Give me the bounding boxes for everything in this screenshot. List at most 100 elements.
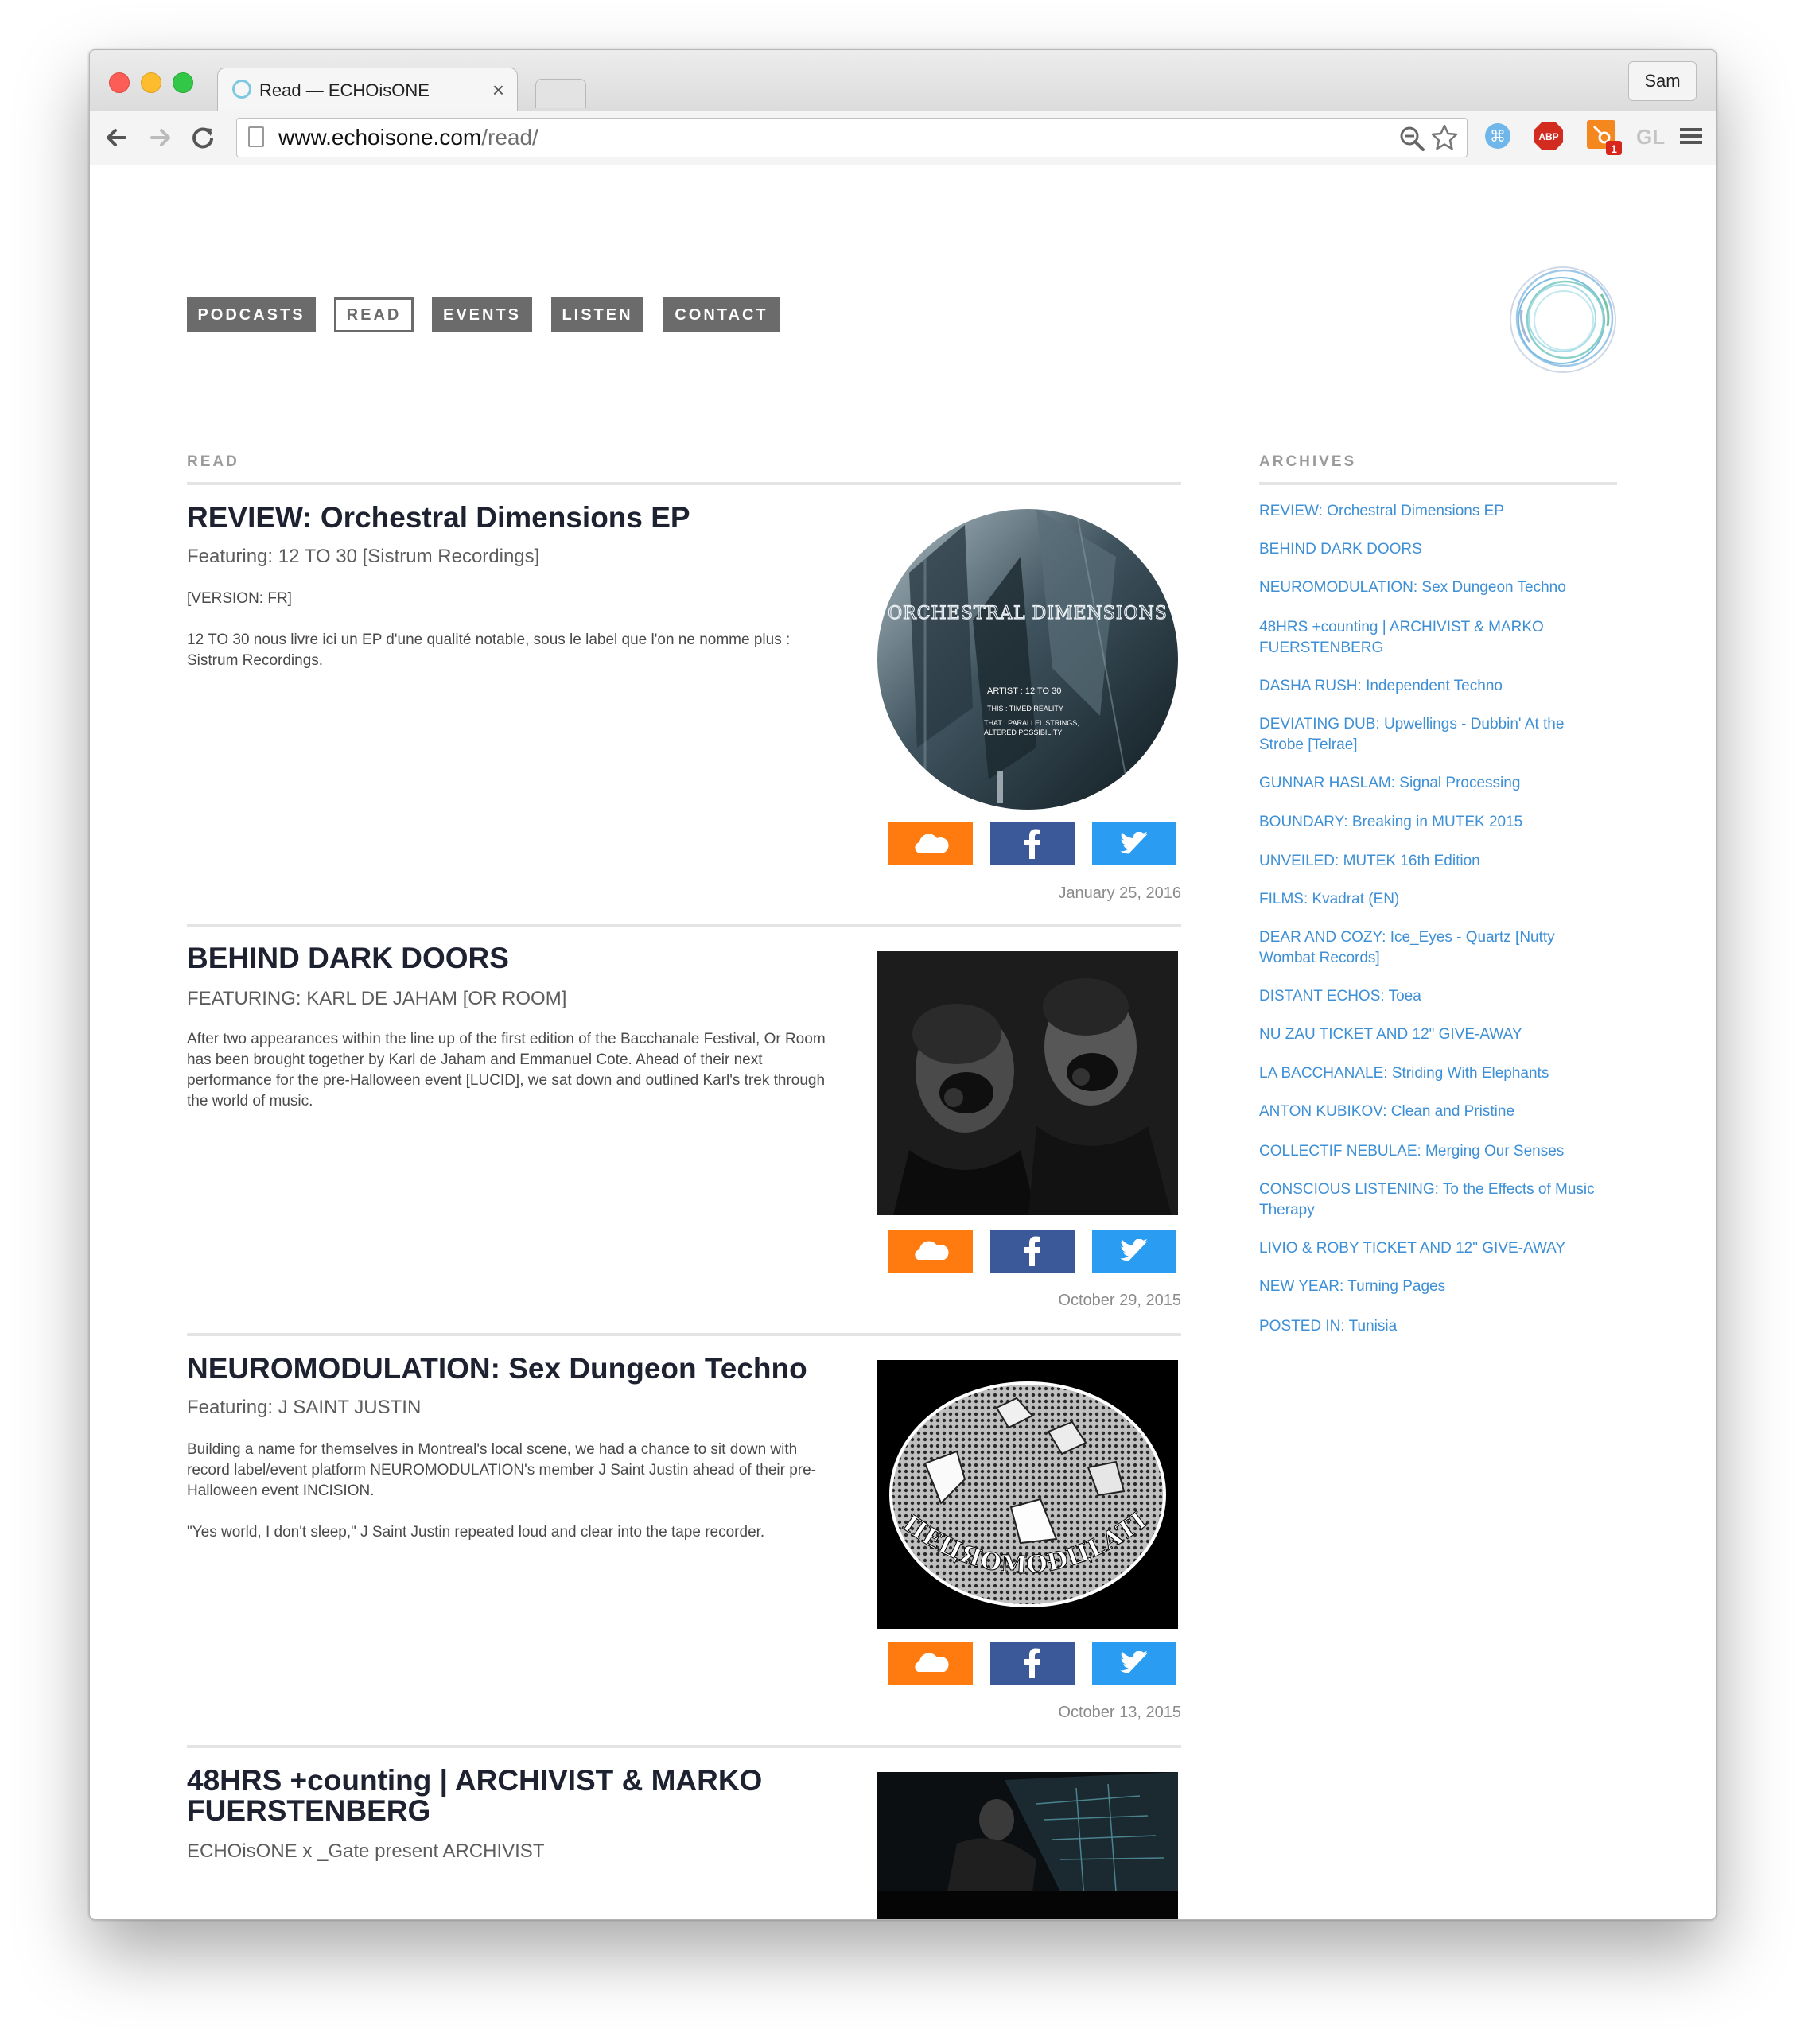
archive-link[interactable]: COLLECTIF NEBULAE: Merging Our Senses <box>1259 1141 1609 1162</box>
soundcloud-share-button[interactable] <box>888 1642 973 1685</box>
nav-read[interactable]: READ <box>334 297 414 332</box>
post-paragraph: Building a name for themselves in Montre… <box>187 1441 817 1499</box>
post-divider <box>187 1745 1181 1748</box>
svg-text:THIS : TIMED REALITY: THIS : TIMED REALITY <box>987 705 1063 713</box>
forward-arrow-icon[interactable] <box>144 122 176 153</box>
menu-icon[interactable] <box>1678 120 1705 152</box>
echoisone-logo[interactable] <box>1506 262 1620 377</box>
twitter-icon <box>1120 832 1148 854</box>
soundcloud-share-button[interactable] <box>888 822 973 865</box>
soundcloud-icon <box>915 1653 949 1672</box>
archive-link[interactable]: GUNNAR HASLAM: Signal Processing <box>1259 773 1609 794</box>
reload-icon[interactable] <box>187 122 219 153</box>
archive-link[interactable]: DEAR AND COZY: Ice_Eyes - Quartz [Nutty … <box>1259 927 1577 969</box>
post-title[interactable]: REVIEW: Orchestral Dimensions EP <box>187 503 839 533</box>
soundcloud-icon <box>915 1241 949 1260</box>
twitter-icon <box>1120 1239 1148 1261</box>
archive-link[interactable]: DASHA RUSH: Independent Techno <box>1259 676 1609 697</box>
nav-contact[interactable]: CONTACT <box>663 297 780 332</box>
section-divider <box>187 482 1181 485</box>
hubspot-extension-icon[interactable]: 1 <box>1585 119 1623 157</box>
post-title[interactable]: NEUROMODULATION: Sex Dungeon Techno <box>187 1354 839 1384</box>
post-excerpt: After two appearances within the line up… <box>187 1029 831 1133</box>
tab-close-icon[interactable]: × <box>492 78 504 103</box>
post-title[interactable]: BEHIND DARK DOORS <box>187 943 839 973</box>
svg-text:1: 1 <box>1611 142 1617 155</box>
facebook-share-button[interactable] <box>990 1230 1075 1273</box>
zoom-icon[interactable] <box>1398 125 1425 152</box>
post-date: October 13, 2015 <box>1058 1704 1181 1721</box>
post-photo[interactable] <box>877 1772 1178 1920</box>
post-paragraph: 12 TO 30 nous livre ici un EP d'une qual… <box>187 631 791 669</box>
post-subtitle: FEATURING: KARL DE JAHAM [OR ROOM] <box>187 988 567 1009</box>
nav-events[interactable]: EVENTS <box>432 297 532 332</box>
extension-command-icon[interactable]: ⌘ <box>1482 120 1514 152</box>
svg-text:THAT : PARALLEL STRINGS,: THAT : PARALLEL STRINGS, <box>984 719 1079 727</box>
archive-link[interactable]: NU ZAU TICKET AND 12" GIVE-AWAY <box>1259 1024 1609 1045</box>
facebook-icon <box>1024 1236 1040 1266</box>
adblock-icon[interactable]: ABP <box>1533 120 1565 152</box>
soundcloud-icon <box>915 834 949 853</box>
archive-link[interactable]: LA BACCHANALE: Striding With Elephants <box>1259 1063 1609 1084</box>
archive-link[interactable]: REVIEW: Orchestral Dimensions EP <box>1259 501 1609 522</box>
post-title[interactable]: 48HRS +counting | ARCHIVIST & MARKO FUER… <box>187 1766 791 1826</box>
post-subtitle: Featuring: 12 TO 30 [Sistrum Recordings] <box>187 546 540 567</box>
archive-link[interactable]: BOUNDARY: Breaking in MUTEK 2015 <box>1259 812 1609 833</box>
gl-extension-icon[interactable]: GL <box>1636 125 1665 150</box>
archive-link[interactable]: POSTED IN: Tunisia <box>1259 1316 1609 1337</box>
facebook-share-button[interactable] <box>990 1642 1075 1685</box>
post-date: October 29, 2015 <box>1058 1292 1181 1309</box>
facebook-share-button[interactable] <box>990 822 1075 865</box>
facebook-icon <box>1024 1648 1040 1678</box>
browser-toolbar: www.echoisone.com/read/ ⌘ ABP 1 GL <box>90 111 1716 165</box>
archives-divider <box>1259 482 1617 485</box>
post-date: January 25, 2016 <box>1058 884 1181 902</box>
svg-text:ABP: ABP <box>1538 131 1558 142</box>
twitter-share-button[interactable] <box>1092 1642 1176 1685</box>
twitter-share-button[interactable] <box>1092 822 1176 865</box>
svg-text:ALTERED POSSIBILITY: ALTERED POSSIBILITY <box>984 729 1062 736</box>
archive-link[interactable]: 48HRS +counting | ARCHIVIST & MARKO FUER… <box>1259 617 1593 659</box>
new-tab-button[interactable] <box>535 79 586 108</box>
star-icon[interactable] <box>1430 123 1459 152</box>
title-bar: Read — ECHOisONE × Sam <box>90 50 1716 111</box>
post-excerpt: [VERSION: FR] 12 TO 30 nous livre ici un… <box>187 589 831 692</box>
post-paragraph: [VERSION: FR] <box>187 590 292 607</box>
post-divider <box>187 1333 1181 1336</box>
archives-label: ARCHIVES <box>1259 453 1357 470</box>
post-cover-image[interactable]: ORCHESTRAL DIMENSIONS ARTIST : 12 TO 30 … <box>877 509 1178 810</box>
browser-tab[interactable]: Read — ECHOisONE × <box>217 68 518 111</box>
archive-link[interactable]: FILMS: Kvadrat (EN) <box>1259 889 1609 910</box>
archive-link[interactable]: BEHIND DARK DOORS <box>1259 539 1609 560</box>
post-divider <box>187 924 1181 927</box>
page-icon <box>248 126 264 147</box>
back-arrow-icon[interactable] <box>101 122 133 153</box>
post-logo-image[interactable]: ПЕЦЯОМОÐЦLATIOП <box>877 1360 1178 1629</box>
archive-link[interactable]: DEVIATING DUB: Upwellings - Dubbin' At t… <box>1259 714 1601 756</box>
nav-podcasts[interactable]: PODCASTS <box>187 297 316 332</box>
minimize-window-button[interactable] <box>141 72 161 93</box>
nav-listen[interactable]: LISTEN <box>551 297 643 332</box>
archive-link[interactable]: CONSCIOUS LISTENING: To the Effects of M… <box>1259 1179 1609 1221</box>
archive-link[interactable]: NEUROMODULATION: Sex Dungeon Techno <box>1259 577 1609 598</box>
url-text[interactable]: www.echoisone.com/read/ <box>278 125 538 150</box>
twitter-share-button[interactable] <box>1092 1230 1176 1273</box>
address-bar[interactable]: www.echoisone.com/read/ <box>236 118 1468 157</box>
post-photo[interactable] <box>877 951 1178 1215</box>
archive-link[interactable]: DISTANT ECHOS: Toea <box>1259 986 1609 1007</box>
svg-text:ORCHESTRAL DIMENSIONS: ORCHESTRAL DIMENSIONS <box>888 604 1168 624</box>
tab-title: Read — ECHOisONE <box>259 80 430 100</box>
archive-link[interactable]: UNVEILED: MUTEK 16th Edition <box>1259 851 1609 872</box>
zoom-window-button[interactable] <box>173 72 193 93</box>
post-paragraph: "Yes world, I don't sleep," J Saint Just… <box>187 1524 765 1541</box>
close-window-button[interactable] <box>109 72 130 93</box>
twitter-icon <box>1120 1651 1148 1673</box>
svg-text:ARTIST : 12 TO 30: ARTIST : 12 TO 30 <box>987 686 1061 696</box>
browser-window: Read — ECHOisONE × Sam www.echoisone.com… <box>89 49 1717 1920</box>
archive-link[interactable]: ANTON KUBIKOV: Clean and Pristine <box>1259 1102 1609 1122</box>
soundcloud-share-button[interactable] <box>888 1230 973 1273</box>
archive-link[interactable]: NEW YEAR: Turning Pages <box>1259 1277 1609 1297</box>
archive-link[interactable]: LIVIO & ROBY TICKET AND 12" GIVE-AWAY <box>1259 1238 1609 1259</box>
profile-button[interactable]: Sam <box>1628 61 1697 101</box>
facebook-icon <box>1024 829 1040 859</box>
